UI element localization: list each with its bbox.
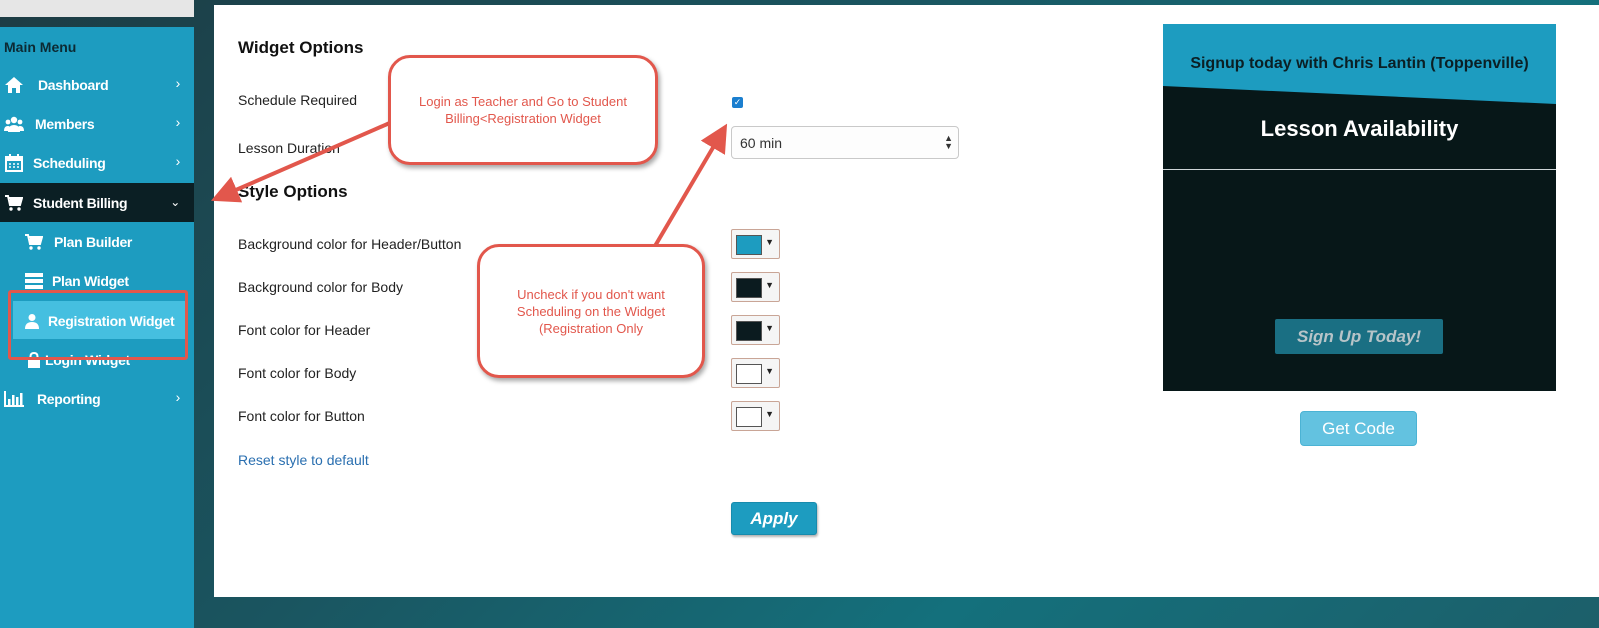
users-icon (4, 114, 24, 134)
reset-style-link[interactable]: Reset style to default (238, 452, 369, 468)
color-swatch (736, 235, 762, 255)
cart-icon (4, 193, 24, 213)
sidebar-item-reporting[interactable]: Reporting › (0, 379, 194, 418)
color-swatch (736, 278, 762, 298)
apply-button[interactable]: Apply (731, 502, 817, 535)
color-swatch (736, 407, 762, 427)
chevron-right-icon: › (175, 389, 181, 405)
button-font-color-picker[interactable]: ▼ (731, 401, 780, 431)
calendar-icon (4, 153, 24, 173)
chevron-right-icon: › (175, 75, 181, 91)
preview-header-text: Signup today with Chris Lantin (Toppenvi… (1190, 55, 1529, 72)
header-bg-color-label: Background color for Header/Button (238, 236, 462, 252)
widget-preview: Signup today with Chris Lantin (Toppenvi… (1163, 24, 1556, 391)
sidebar-item-label: Plan Widget (52, 273, 129, 289)
style-options-title: Style Options (238, 182, 348, 201)
button-font-color-label: Font color for Button (238, 408, 365, 424)
sidebar-item-label: Plan Builder (54, 234, 133, 250)
annotation-callout-uncheck: Uncheck if you don't want Scheduling on … (477, 244, 705, 378)
body-font-color-picker[interactable]: ▼ (731, 358, 780, 388)
widget-options-title: Widget Options (238, 38, 364, 57)
dropdown-arrow-icon: ▼ (765, 366, 774, 376)
sidebar-item-plan-builder[interactable]: Plan Builder (0, 222, 194, 261)
sidebar-item-label: Scheduling (33, 155, 106, 171)
chevron-right-icon: › (175, 153, 181, 169)
main-menu-title: Main Menu (4, 39, 77, 55)
sidebar-item-scheduling[interactable]: Scheduling › (0, 143, 194, 182)
schedule-required-label: Schedule Required (238, 92, 358, 108)
lesson-duration-value: 60 min (740, 135, 783, 151)
sidebar-item-student-billing[interactable]: Student Billing ⌄ (0, 183, 194, 222)
color-swatch (736, 321, 762, 341)
header-font-color-label: Font color for Header (238, 322, 371, 338)
lesson-duration-label: Lesson Duration (238, 140, 340, 156)
sidebar-item-label: Dashboard (38, 77, 109, 93)
chevron-right-icon: › (175, 114, 181, 130)
body-bg-color-picker[interactable]: ▼ (731, 272, 780, 302)
dropdown-arrow-icon: ▼ (765, 280, 774, 290)
sign-up-today-button[interactable]: Sign Up Today! (1275, 319, 1443, 354)
list-icon (24, 271, 44, 291)
body-font-color-label: Font color for Body (238, 365, 357, 381)
body-bg-color-label: Background color for Body (238, 279, 403, 295)
schedule-required-checkbox[interactable]: ✓ (732, 97, 743, 108)
chevron-down-icon: ⌄ (170, 195, 180, 209)
get-code-button[interactable]: Get Code (1300, 411, 1417, 446)
bar-chart-icon (4, 389, 24, 409)
sidebar-item-label: Student Billing (33, 195, 128, 211)
preview-title: Lesson Availability (1260, 116, 1459, 141)
sidebar-item-members[interactable]: Members › (0, 104, 194, 143)
sidebar-item-label: Members (35, 116, 95, 132)
cart-icon (24, 232, 44, 252)
select-arrows-icon: ▲ ▼ (944, 133, 953, 151)
dropdown-arrow-icon: ▼ (765, 409, 774, 419)
registration-widget-highlight (8, 290, 188, 360)
sidebar-item-label: Reporting (37, 391, 101, 407)
sidebar-item-dashboard[interactable]: Dashboard › (0, 65, 194, 104)
sidebar-top-strip (0, 0, 194, 17)
dropdown-arrow-icon: ▼ (765, 237, 774, 247)
annotation-callout-login: Login as Teacher and Go to Student Billi… (388, 55, 658, 165)
dropdown-arrow-icon: ▼ (765, 323, 774, 333)
color-swatch (736, 364, 762, 384)
preview-divider (1163, 169, 1556, 170)
lesson-duration-select[interactable]: 60 min ▲ ▼ (731, 126, 959, 159)
home-icon (4, 75, 24, 95)
header-bg-color-picker[interactable]: ▼ (731, 229, 780, 259)
header-font-color-picker[interactable]: ▼ (731, 315, 780, 345)
